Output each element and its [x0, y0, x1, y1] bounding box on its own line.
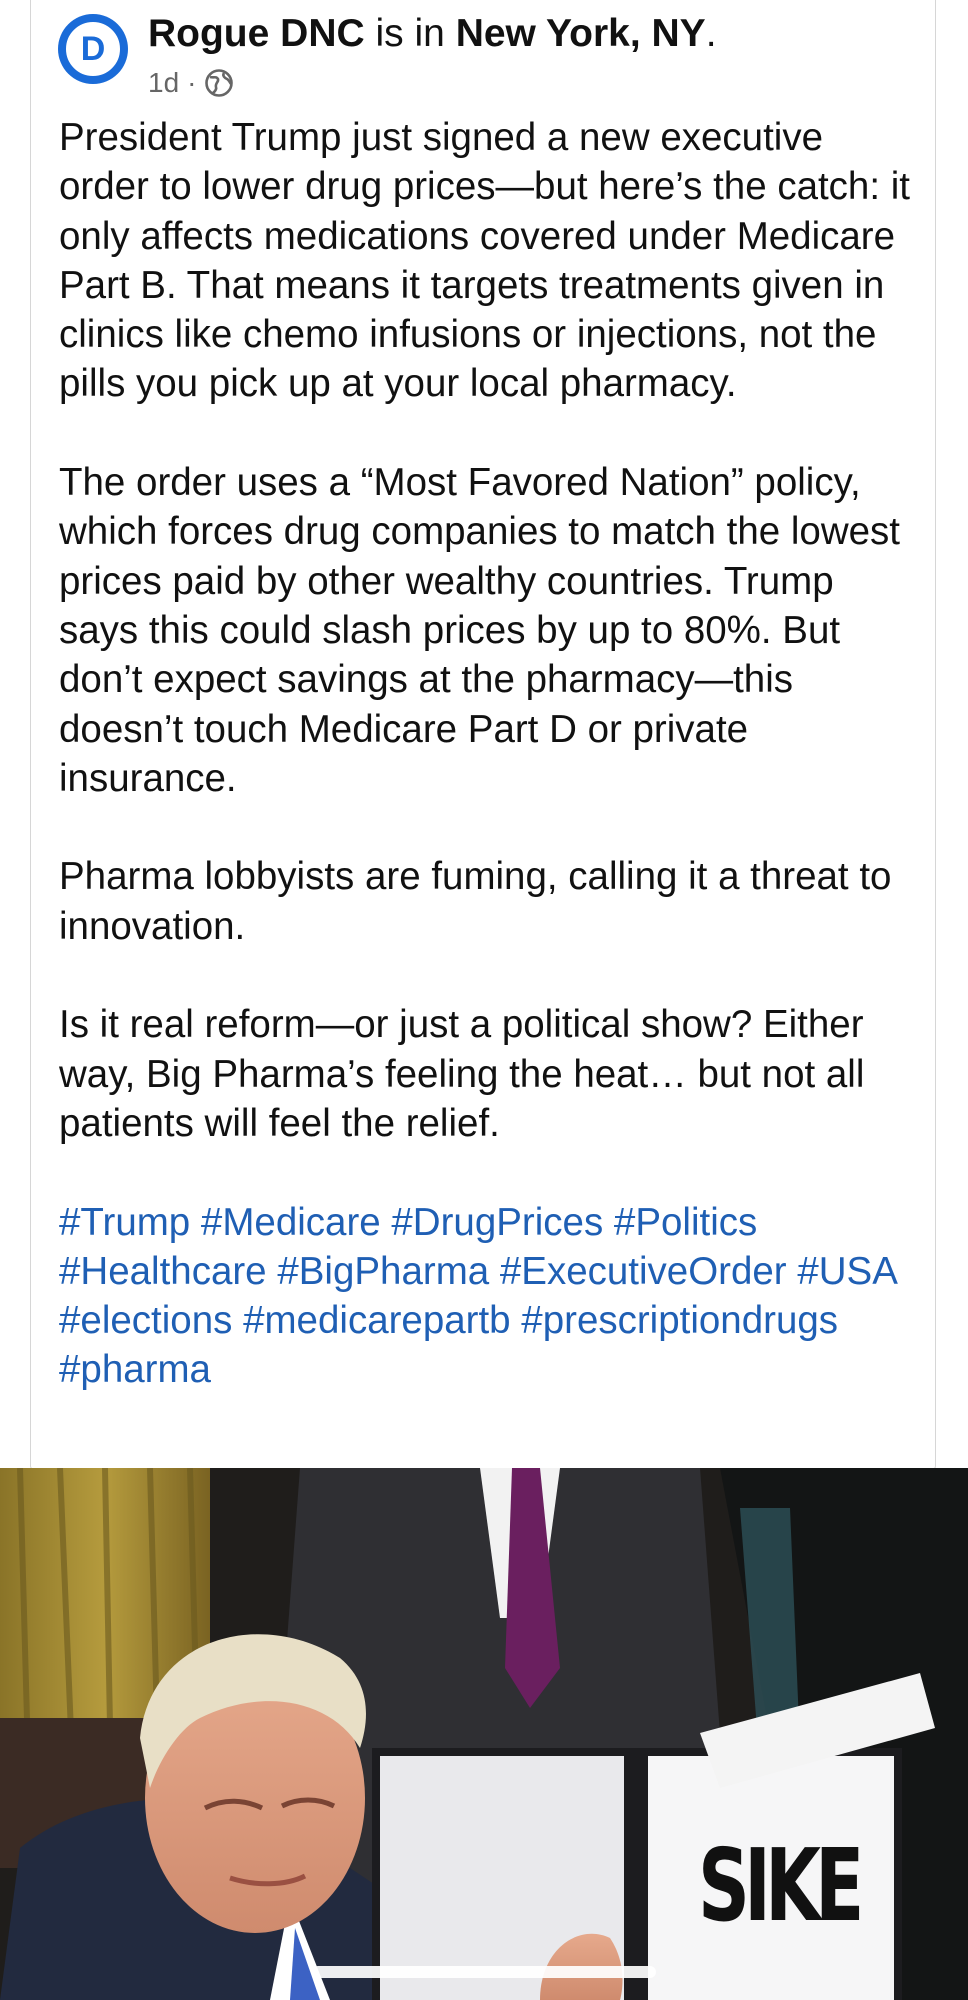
- hashtag-link[interactable]: #USA: [797, 1250, 895, 1293]
- hashtag-link[interactable]: #Trump: [59, 1201, 190, 1244]
- author-name[interactable]: Rogue DNC: [148, 12, 365, 55]
- meme-caption: SIKE: [698, 1827, 864, 1944]
- hashtag-link[interactable]: #elections: [59, 1299, 232, 1342]
- hashtag-link[interactable]: #DrugPrices: [391, 1201, 603, 1244]
- hashtag-link[interactable]: #pharma: [59, 1348, 211, 1391]
- hashtag-link[interactable]: #prescriptiondrugs: [521, 1299, 838, 1342]
- democratic-d-logo-icon: D: [64, 20, 122, 78]
- avatar-letter: D: [80, 29, 106, 68]
- post-meta: 1d ·: [148, 66, 234, 100]
- hashtag-link[interactable]: #Politics: [614, 1201, 757, 1244]
- location-suffix: .: [705, 12, 717, 55]
- home-indicator[interactable]: [312, 1966, 656, 1978]
- avatar[interactable]: D: [58, 14, 128, 84]
- meta-separator: ·: [187, 67, 197, 98]
- post-paragraph-1: President Trump just signed a new execut…: [59, 116, 910, 406]
- post-text: President Trump just signed a new execut…: [59, 113, 919, 1444]
- hashtag-list: #Trump #Medicare #DrugPrices #Politics #…: [59, 1198, 919, 1395]
- globe-icon[interactable]: [204, 68, 234, 98]
- hashtag-link[interactable]: #BigPharma: [277, 1250, 489, 1293]
- author-line: Rogue DNC is in New York, NY.: [148, 10, 717, 58]
- post-paragraph-4: Is it real reform—or just a political sh…: [59, 1003, 865, 1145]
- post-paragraph-3: Pharma lobbyists are fuming, calling it …: [59, 855, 892, 948]
- post-time[interactable]: 1d: [148, 66, 179, 100]
- post-paragraph-2: The order uses a “Most Favored Nation” p…: [59, 461, 900, 800]
- hashtag-link[interactable]: #Healthcare: [59, 1250, 267, 1293]
- location-prefix: is in: [375, 12, 445, 55]
- hashtag-link[interactable]: #medicarepartb: [243, 1299, 511, 1342]
- hashtag-link[interactable]: #Medicare: [201, 1201, 381, 1244]
- post-header: D Rogue DNC is in New York, NY. 1d ·: [58, 8, 918, 98]
- location-name[interactable]: New York, NY: [456, 12, 706, 55]
- hashtag-link[interactable]: #ExecutiveOrder: [500, 1250, 787, 1293]
